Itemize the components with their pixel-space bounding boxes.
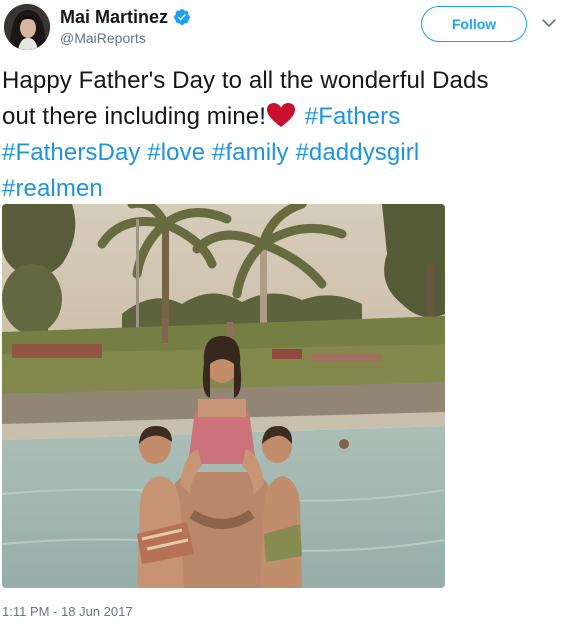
hashtag-fathers[interactable]: #Fathers [305, 103, 401, 130]
hashtag-realmen[interactable]: #realmen [2, 175, 103, 202]
tweet-header: Mai Martinez @MaiReports Follow [0, 0, 564, 56]
hashtag-family[interactable]: #family [212, 139, 289, 166]
tweet-text: Happy Father's Day to all the wonderful … [2, 63, 558, 207]
display-name[interactable]: Mai Martinez [60, 7, 168, 28]
hashtag-fathersday[interactable]: #FathersDay [2, 139, 141, 166]
hashtag-daddysgirl[interactable]: #daddysgirl [295, 139, 419, 166]
profile-photo-icon [4, 4, 50, 50]
tweet-photo[interactable] [2, 204, 445, 588]
verified-badge-icon [173, 8, 191, 26]
user-handle[interactable]: @MaiReports [60, 30, 146, 46]
tweet-line-2-text: out there including mine! [2, 103, 266, 130]
tweet-line-2: out there including mine! #Fathers [2, 99, 558, 135]
red-heart-icon [266, 102, 296, 128]
hashtag-love[interactable]: #love [147, 139, 205, 166]
tweet-timestamp[interactable]: 1:11 PM - 18 Jun 2017 [2, 604, 133, 619]
tweet-line-4: #realmen [2, 171, 558, 207]
name-row: Mai Martinez [60, 6, 191, 28]
follow-button[interactable]: Follow [421, 6, 527, 42]
tweet-line-3: #FathersDay #love #family #daddysgirl [2, 135, 558, 171]
family-pool-photo-icon [2, 204, 445, 588]
avatar[interactable] [4, 4, 50, 50]
chevron-down-icon[interactable] [540, 14, 558, 32]
tweet-line-1: Happy Father's Day to all the wonderful … [2, 67, 489, 94]
